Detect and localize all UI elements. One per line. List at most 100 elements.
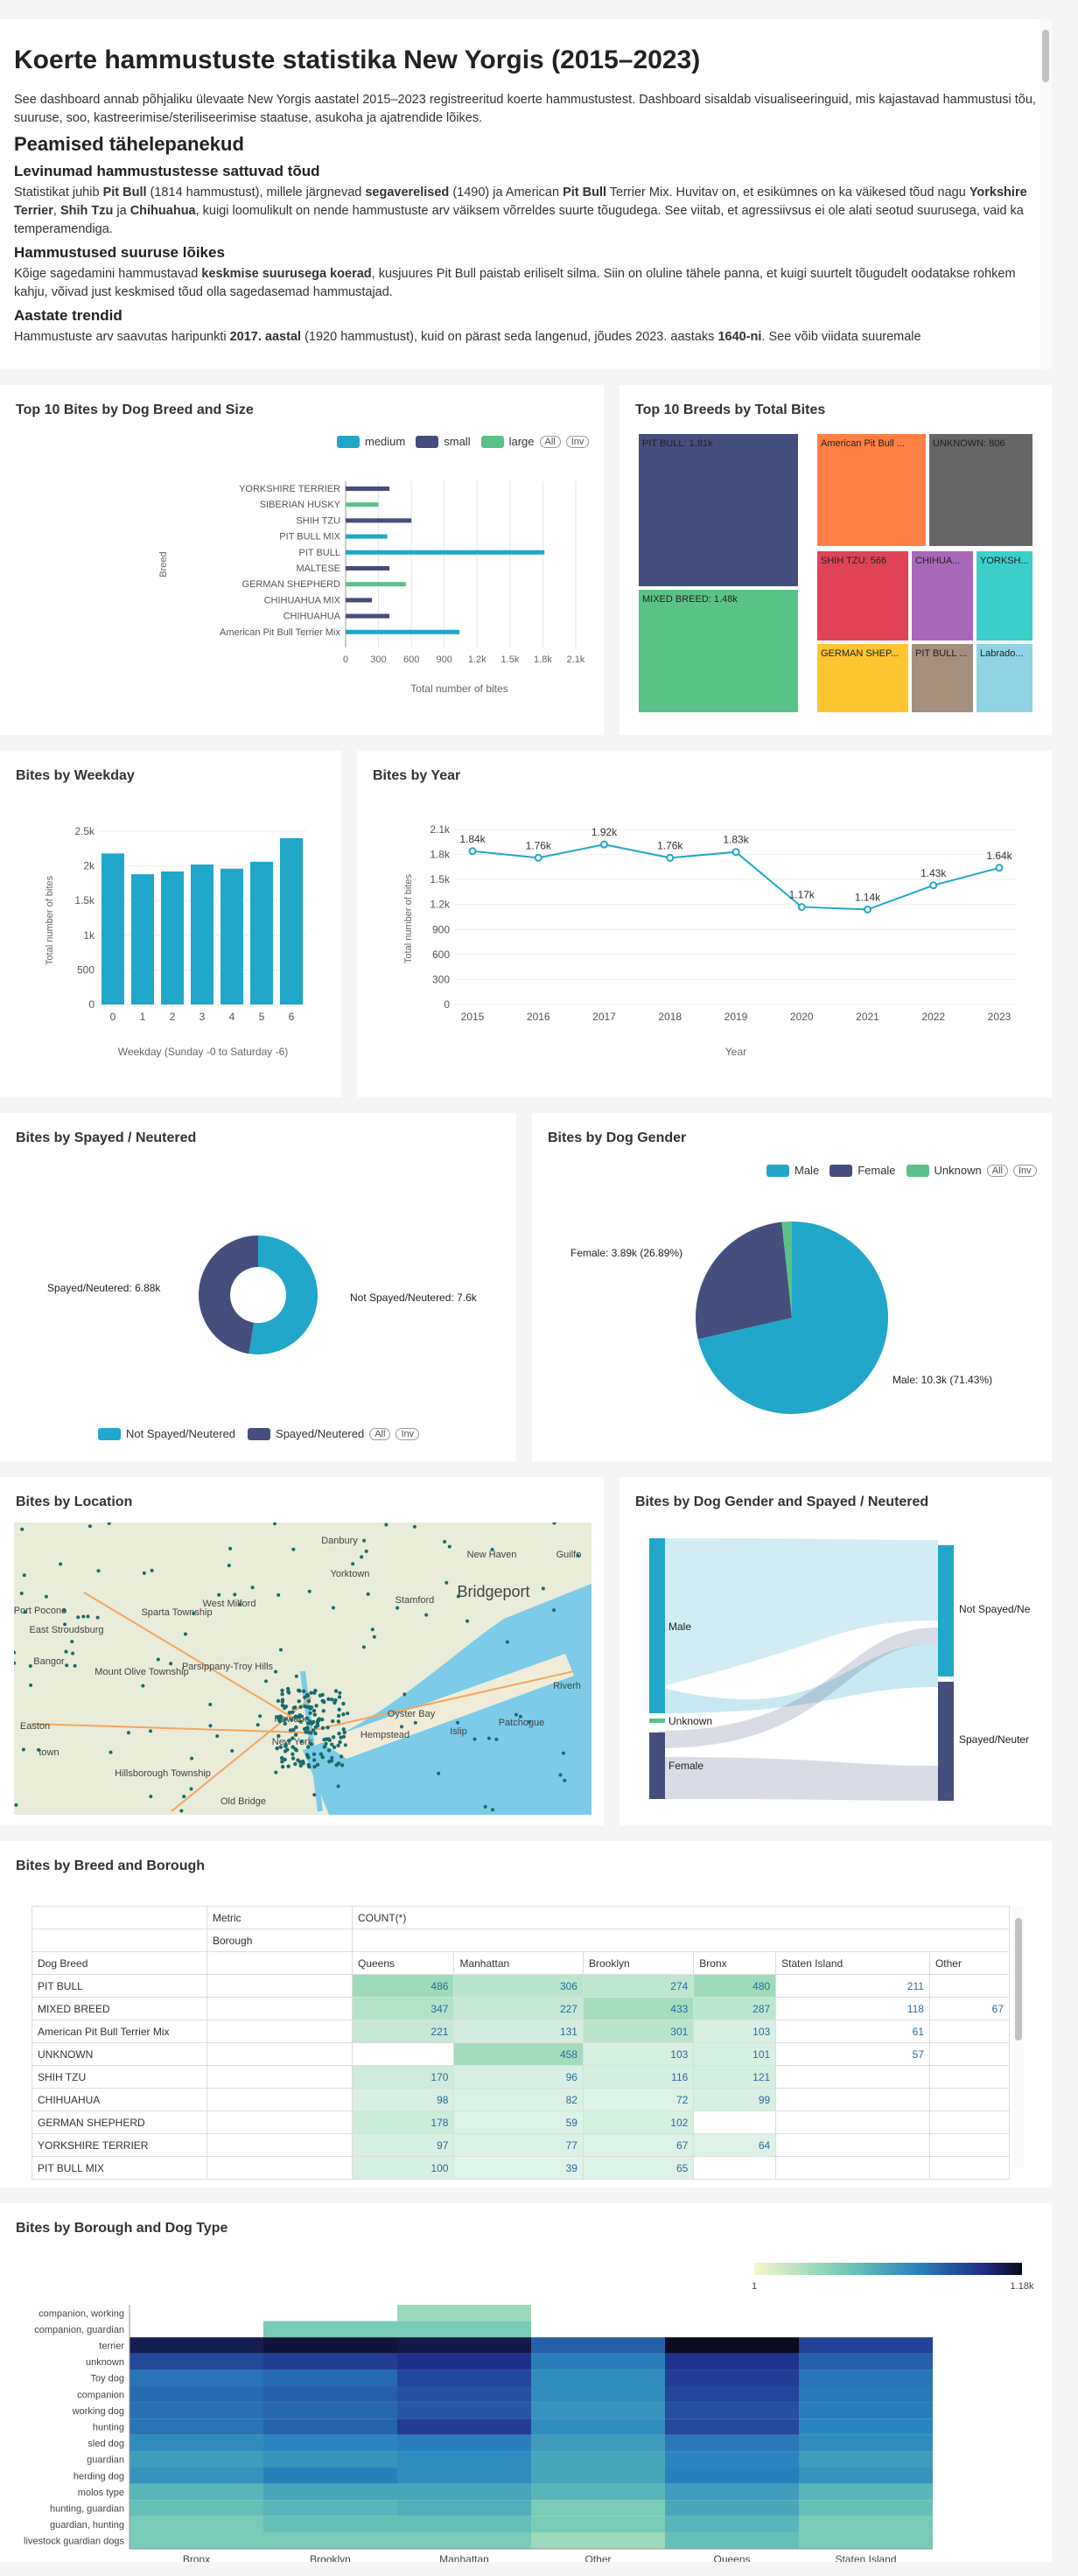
pivot-table: Metric COUNT(*) Borough Dog Breed Queens M… <box>32 1906 1011 2180</box>
bite-marker <box>156 1657 160 1662</box>
legend-all-button[interactable]: All <box>369 1427 391 1440</box>
data-point <box>666 853 675 862</box>
bite-marker <box>250 1586 255 1590</box>
section-heading-main: Peamised tähelepanekud <box>14 133 244 155</box>
legend-spayed[interactable]: Spayed/Neutered <box>276 1427 364 1440</box>
heatmap-cell <box>130 2532 263 2549</box>
legend-swatch-not-spayed[interactable] <box>98 1427 121 1440</box>
intro-scroll-thumb[interactable] <box>1042 30 1049 82</box>
bite-marker <box>274 1670 278 1674</box>
x-tick-label: 3 <box>200 1011 206 1023</box>
breed-cell: PIT BULL <box>32 1974 207 1998</box>
x-tick-label: 0 <box>110 1011 116 1023</box>
table-row: American Pit Bull Terrier Mix 221 131 301 10… <box>32 2020 1011 2043</box>
slice-label: Not Spayed/Neutered: 7.6k <box>350 1292 478 1304</box>
pivot-blank <box>206 2065 353 2089</box>
bite-marker <box>331 1606 335 1610</box>
bite-marker <box>283 1717 288 1722</box>
bite-marker <box>277 1714 283 1718</box>
sankey-node-label: Female <box>668 1760 704 1772</box>
heatmap-cell <box>665 2483 799 2501</box>
x-tick-label: 4 <box>229 1011 235 1023</box>
gender-chart: Male: 10.3k (71.43%) Female: 3.89k (26.89… <box>570 1222 992 1414</box>
y-tick-label: herding dog <box>74 2471 124 2482</box>
pivot-header-row: Metric COUNT(*) <box>32 1906 1010 1929</box>
year-card: Bites by Year 0 300 600 900 1.2k 1.5k 1.8k 2.1k… <box>357 751 1052 1097</box>
breeds-text: Statistikat juhib Pit Bull (1814 hammust… <box>14 186 1027 236</box>
legend-inv-button[interactable]: Inv <box>396 1427 420 1440</box>
bite-marker <box>179 1809 184 1813</box>
bite-marker <box>150 1568 154 1572</box>
heatmap-cell <box>665 2386 799 2403</box>
bite-marker <box>276 1592 281 1597</box>
bite-marker <box>491 1808 495 1812</box>
bite-marker <box>311 1728 316 1732</box>
location-map[interactable]: DanburyNew Haven GuilfoYorktownBridgeport… <box>14 1522 592 1815</box>
heatmap-cell <box>665 2370 799 2386</box>
breed-cell: American Pit Bull Terrier Mix <box>32 2020 207 2043</box>
bite-marker <box>307 1764 312 1769</box>
weekday-chart: 0 500 1k 1.5k 2k 2.5k 0 1 2 3 4 5 6 Total number of b… <box>45 825 306 1058</box>
count-cell: 67 <box>928 1997 1011 2020</box>
x-axis-label: Year <box>725 1046 746 1058</box>
bite-marker <box>402 1692 407 1697</box>
bite-marker <box>312 1712 317 1717</box>
pivot-scroll-thumb[interactable] <box>1015 1918 1022 2040</box>
bite-marker <box>290 1752 295 1756</box>
count-cell: 77 <box>453 2133 584 2157</box>
legend-swatch-spayed[interactable] <box>248 1427 271 1440</box>
data-label: 1.64k <box>986 850 1012 862</box>
heatmap-cell <box>799 2434 933 2452</box>
bite-marker <box>321 1699 326 1704</box>
bite-marker <box>361 1645 366 1649</box>
bite-marker <box>336 1743 340 1748</box>
heatmap-cell <box>130 2402 263 2419</box>
bite-marker <box>284 1742 288 1747</box>
treemap-label: CHIHUA... <box>915 556 960 566</box>
count-cell: 100 <box>351 2156 455 2180</box>
heatmap-cell <box>665 2320 799 2338</box>
map-place-label: Yorktown <box>331 1569 370 1579</box>
heatmap-cell <box>130 2451 263 2468</box>
x-tick-label: 0 <box>343 654 348 665</box>
y-tick-label: companion, guardian <box>34 2325 124 2335</box>
count-cell <box>775 2088 930 2111</box>
bite-marker <box>233 1592 237 1597</box>
count-label: COUNT(*) <box>352 1906 1010 1929</box>
pivot-scrollbar[interactable] <box>1013 1906 1024 2168</box>
color-scale-bar <box>754 2263 1022 2275</box>
bite-marker <box>28 1663 32 1668</box>
sankey-node-label: Unknown <box>668 1715 712 1727</box>
heatmap-cell <box>531 2468 665 2484</box>
heatmap-cell <box>531 2451 665 2468</box>
heatmap-cell <box>263 2386 397 2403</box>
x-tick-label: 1 <box>140 1011 146 1023</box>
bite-marker <box>313 1731 318 1736</box>
bite-marker <box>343 1743 347 1747</box>
y-tick-label: working dog <box>72 2406 124 2417</box>
intro-lead: See dashboard annab põhjaliku ülevaate N… <box>14 93 1036 125</box>
map-place-label: Oyster Bay <box>388 1709 436 1719</box>
bite-marker <box>326 1726 330 1730</box>
breed-cell: GERMAN SHEPHERD <box>32 2110 207 2134</box>
y-tick-label: 0 <box>88 998 94 1011</box>
bite-marker <box>331 1735 336 1740</box>
count-cell <box>928 2088 1011 2111</box>
pivot-blank <box>206 2156 353 2180</box>
intro-scrollbar[interactable] <box>1040 19 1052 369</box>
bite-marker <box>290 1756 296 1760</box>
sankey-card: Bites by Dog Gender and Spayed / Neutere… <box>620 1477 1052 1825</box>
bite-marker <box>280 1691 284 1697</box>
x-tick-label: 2020 <box>790 1011 814 1023</box>
table-row: CHIHUAHUA 98 82 72 99 <box>32 2088 1011 2111</box>
map-place-label: Mount Olive Township <box>94 1667 188 1677</box>
count-cell: 287 <box>693 1997 777 2020</box>
x-axis-label: Total number of bites <box>410 682 508 695</box>
bite-marker <box>541 1586 545 1591</box>
legend-not-spayed[interactable]: Not Spayed/Neutered <box>126 1427 235 1440</box>
bite-marker <box>456 1594 460 1599</box>
x-tick-label: Brooklyn <box>310 2553 351 2562</box>
y-tick-label: unknown <box>86 2357 124 2368</box>
heatmap-cell <box>531 2370 665 2386</box>
table-row: MIXED BREED 347 227 433 287 118 67 <box>32 1997 1011 2020</box>
